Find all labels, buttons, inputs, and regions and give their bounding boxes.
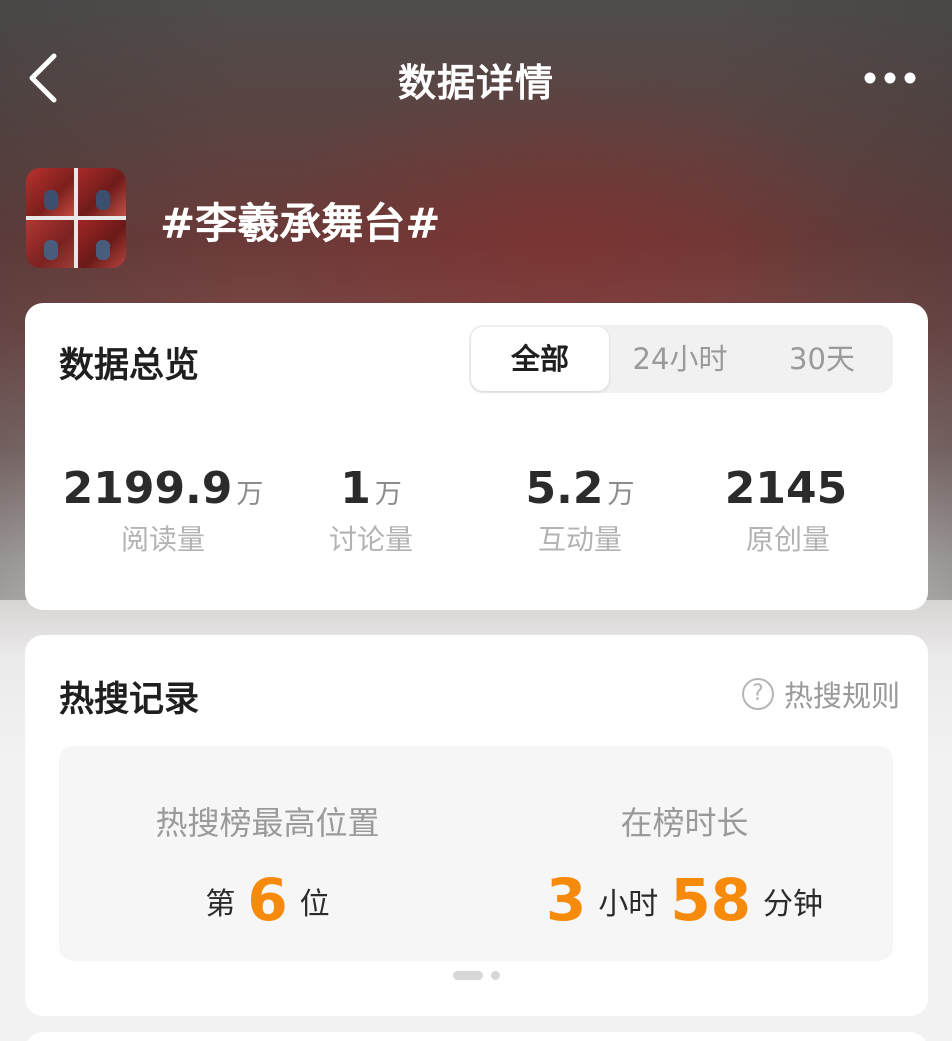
stat-discussions: 1万 讨论量 <box>261 463 481 558</box>
duration-hours: 3 <box>545 866 587 934</box>
topic-thumbnail[interactable] <box>26 168 126 268</box>
stat-label: 互动量 <box>537 523 622 556</box>
hot-search-heading: 热搜记录 <box>59 680 200 720</box>
stat-label: 阅读量 <box>120 523 205 556</box>
page-dot-active <box>453 971 483 980</box>
stat-value: 2145 <box>724 463 848 514</box>
nav-bar: 数据详情 <box>0 0 952 160</box>
peak-rank-label: 热搜榜最高位置 <box>155 804 380 842</box>
stat-value: 2199.9 <box>62 463 233 514</box>
next-card-edge <box>25 1032 928 1041</box>
rank-prefix: 第 <box>205 887 236 922</box>
peak-rank-value: 第6位 <box>59 866 476 934</box>
hours-unit: 小时 <box>598 887 659 922</box>
stat-value: 1 <box>340 463 371 514</box>
stat-interactions: 5.2 万 互动量 <box>470 463 690 558</box>
help-circle-icon: ? <box>741 678 774 710</box>
topic-title: #李羲承舞台# <box>160 199 441 248</box>
tab-24h[interactable]: 24小时 <box>609 325 751 393</box>
rules-label: 热搜规则 <box>783 679 900 713</box>
stat-originals: 2145 原创量 <box>678 463 898 558</box>
stat-label: 讨论量 <box>328 523 413 556</box>
stat-label: 原创量 <box>745 523 830 556</box>
overview-heading: 数据总览 <box>59 346 200 386</box>
time-range-tabs: 全部 24小时 30天 <box>469 325 893 393</box>
minutes-unit: 分钟 <box>763 887 824 922</box>
hot-search-rules-link[interactable]: ? 热搜规则 <box>741 673 900 715</box>
page-title: 数据详情 <box>397 61 554 105</box>
tab-30d[interactable]: 30天 <box>751 325 893 393</box>
stat-unit: 万 <box>374 479 402 510</box>
stat-value: 5.2 <box>525 463 604 514</box>
peak-rank-block: 热搜榜最高位置 第6位 <box>59 746 476 961</box>
overview-card: 数据总览 全部 24小时 30天 2199.9 万 阅读量 1万 讨论量 5.2 万… <box>25 303 928 610</box>
duration-value: 3 小时 58 分钟 <box>476 866 893 934</box>
more-horizontal-icon <box>864 72 916 84</box>
stat-reads: 2199.9 万 阅读量 <box>53 463 273 558</box>
stat-unit: 万 <box>236 479 264 510</box>
duration-block: 在榜时长 3 小时 58 分钟 <box>476 746 893 961</box>
hot-search-card: 热搜记录 ? 热搜规则 热搜榜最高位置 第6位 在榜时长 3 小时 58 分钟 <box>25 635 928 1016</box>
tab-all[interactable]: 全部 <box>471 327 609 391</box>
stat-unit: 万 <box>607 479 635 510</box>
page-dot <box>491 971 500 980</box>
rank-suffix: 位 <box>299 887 330 922</box>
more-button[interactable] <box>858 58 922 98</box>
rank-number: 6 <box>247 866 288 934</box>
hot-search-summary[interactable]: 热搜榜最高位置 第6位 在榜时长 3 小时 58 分钟 <box>59 746 893 961</box>
duration-minutes: 58 <box>670 866 752 934</box>
duration-label: 在榜时长 <box>620 804 749 842</box>
